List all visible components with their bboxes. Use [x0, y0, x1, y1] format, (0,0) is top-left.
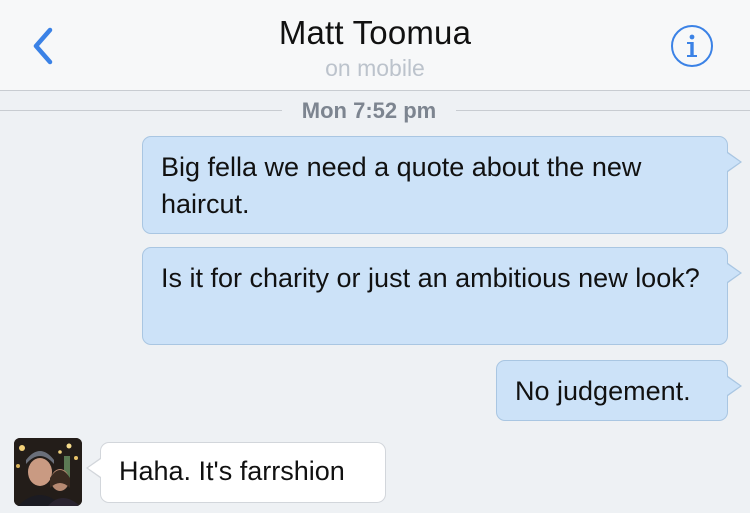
conversation-header: Matt Toomua on mobile	[0, 0, 750, 91]
contact-status: on mobile	[325, 55, 425, 81]
divider-line-right	[456, 110, 750, 111]
avatar-photo	[14, 438, 82, 506]
messages-app: Matt Toomua on mobile Mon 7:52 pm Big fe…	[0, 0, 750, 513]
message-timestamp: Mon 7:52 pm	[301, 98, 437, 123]
message-text: Is it for charity or just an ambitious n…	[161, 263, 700, 293]
divider-line-left	[0, 110, 282, 111]
bubble-tail	[727, 377, 740, 395]
timestamp-divider: Mon 7:52 pm	[0, 98, 750, 124]
message-text: Haha. It's farrshion	[119, 456, 345, 486]
incoming-message-bubble[interactable]: Haha. It's farrshion	[86, 442, 386, 503]
contact-avatar[interactable]	[14, 438, 82, 506]
info-icon	[671, 25, 713, 67]
bubble-tail	[727, 153, 740, 171]
outgoing-message-bubble[interactable]: Big fella we need a quote about the new …	[142, 136, 742, 234]
message-text: Big fella we need a quote about the new …	[161, 152, 642, 219]
contact-name[interactable]: Matt Toomua	[0, 14, 750, 52]
info-button[interactable]	[670, 24, 714, 68]
outgoing-message-bubble[interactable]: No judgement.	[496, 360, 742, 421]
bubble-tail	[88, 459, 101, 477]
bubble-tail	[727, 264, 740, 282]
message-text: No judgement.	[515, 376, 691, 406]
outgoing-message-bubble[interactable]: Is it for charity or just an ambitious n…	[142, 247, 742, 345]
